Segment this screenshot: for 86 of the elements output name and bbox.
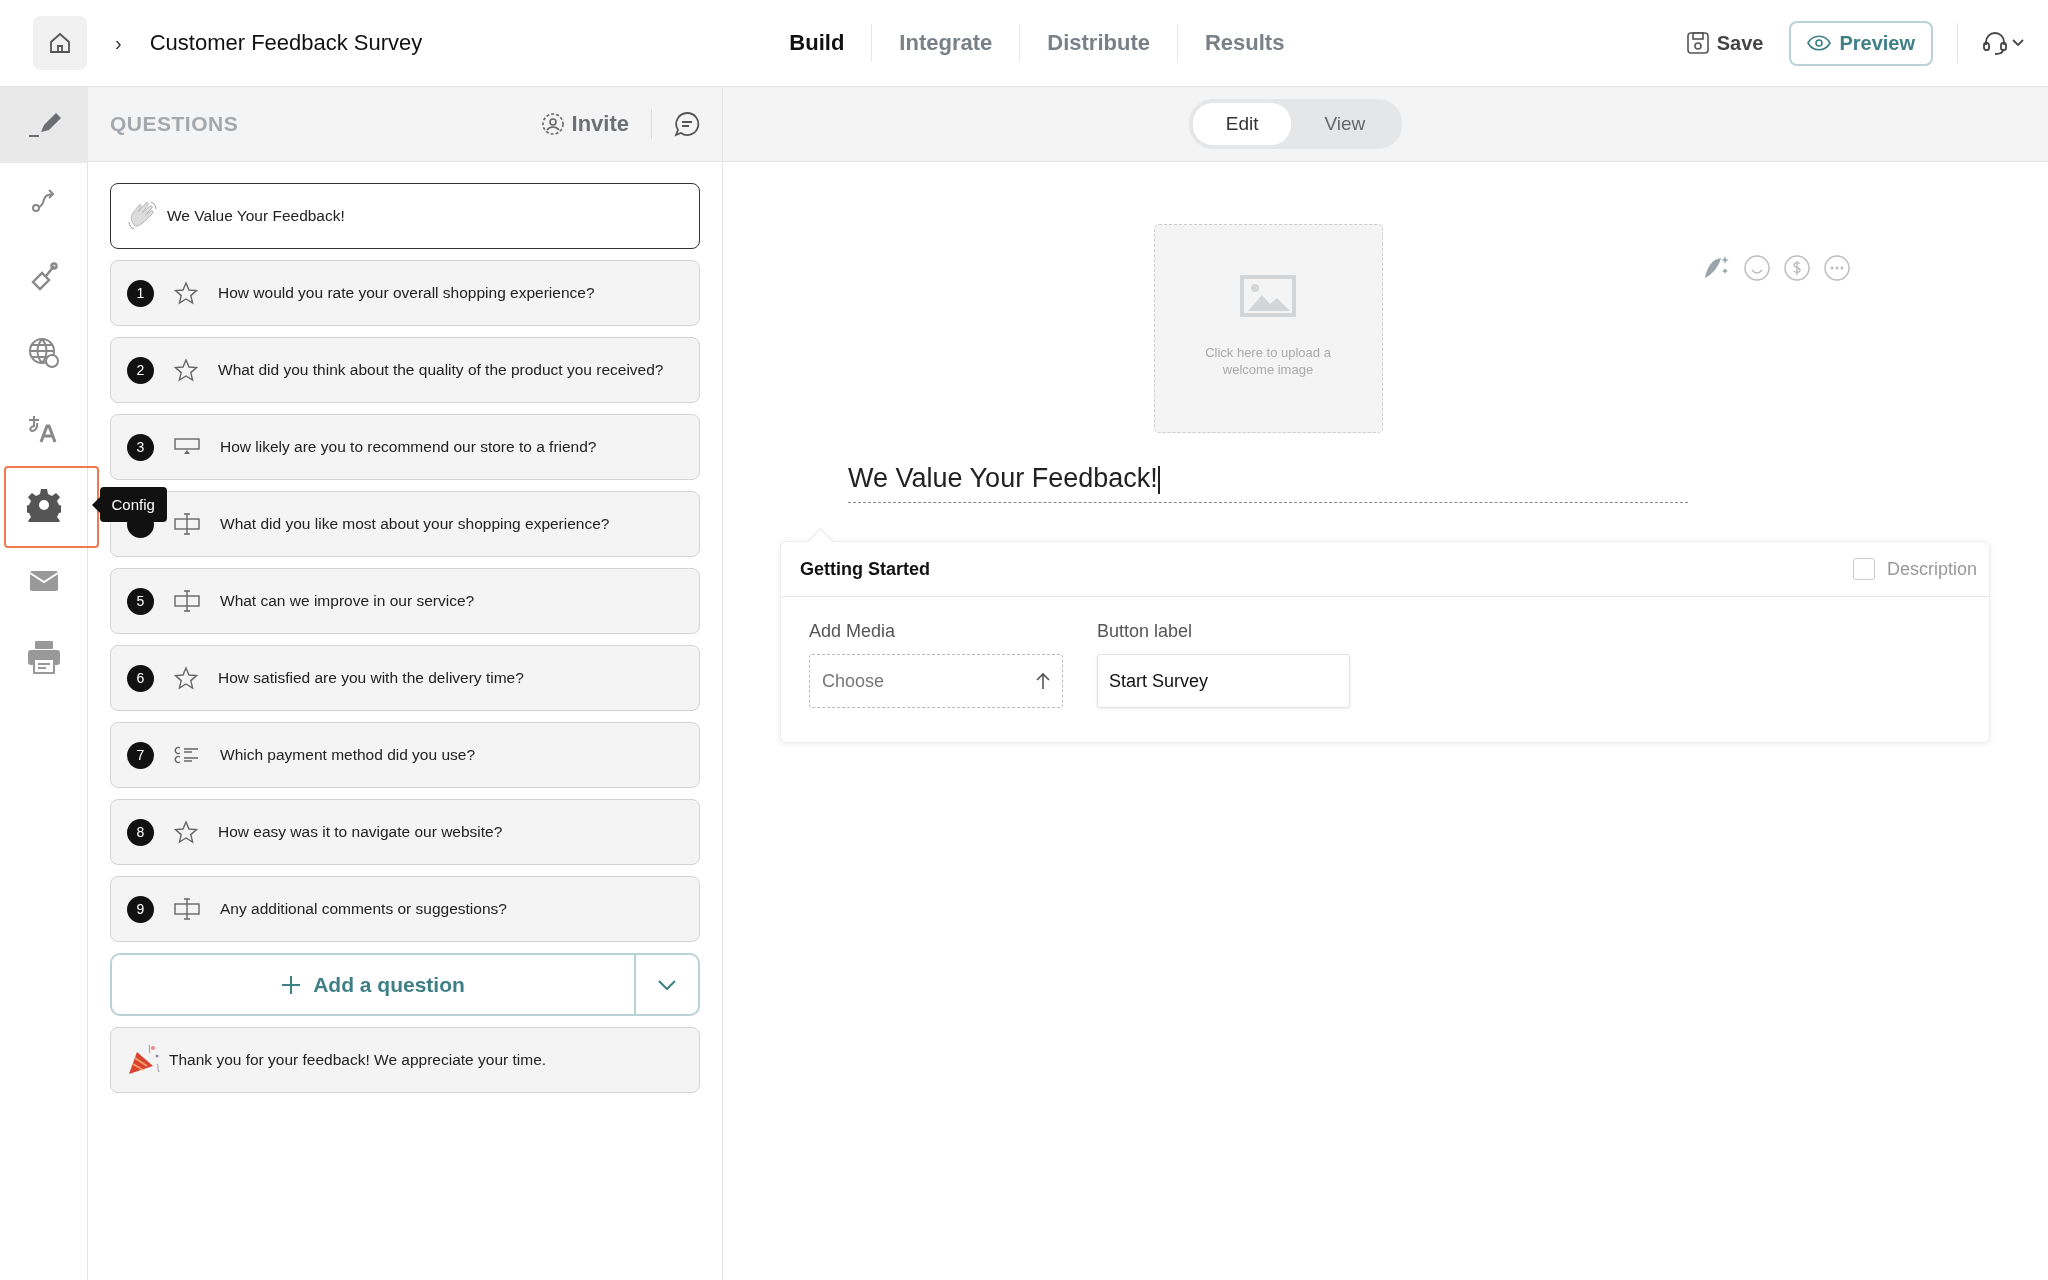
nav-tab[interactable]: Build <box>762 24 873 62</box>
question-card[interactable]: 2 What did you think about the quality of the product you received? <box>110 337 700 403</box>
caret-icon <box>658 979 676 990</box>
checkbox-label: Description <box>1886 558 1977 580</box>
headset-icon <box>1982 31 2008 55</box>
nav-tab[interactable]: Distribute <box>1020 24 1178 62</box>
save-icon <box>1686 32 1709 54</box>
person-icon <box>541 113 564 135</box>
media-picker[interactable]: Choose <box>809 654 1063 708</box>
pen-icon <box>26 112 61 138</box>
list-icon <box>174 744 200 766</box>
question-text: What did you like most about your shopping experience? <box>220 515 610 533</box>
text-field-icon <box>174 590 200 612</box>
brush-icon <box>29 262 58 292</box>
breadcrumb-separator: › <box>115 31 122 55</box>
home-icon <box>48 31 72 55</box>
toggle-option[interactable]: Edit <box>1192 103 1292 145</box>
waving-hand-icon <box>127 200 159 232</box>
upload-arrow-icon <box>1036 672 1050 690</box>
star-icon <box>174 820 198 844</box>
mail-icon <box>28 570 59 592</box>
nav-tab[interactable]: Integrate <box>872 24 1021 62</box>
question-card[interactable]: 8 How easy was it to navigate our website? <box>110 799 700 865</box>
question-number: 2 <box>127 356 154 384</box>
more-icon[interactable] <box>1823 254 1851 282</box>
question-text: How easy was it to navigate our website? <box>218 823 503 841</box>
question-card[interactable]: 9 Any additional comments or suggestions? <box>110 876 700 942</box>
card-heading: Getting Started <box>800 558 930 580</box>
question-text: How satisfied are you with the delivery time? <box>218 669 524 687</box>
monitor-icon <box>174 438 200 456</box>
star-icon <box>174 281 198 305</box>
thank-you-text: Thank you for your feedback! We appreciate your time. <box>169 1051 547 1069</box>
welcome-title: We Value Your Feedback! <box>167 207 345 225</box>
question-card[interactable]: 1 How would you rate your overall shopping experience? <box>110 260 700 326</box>
question-number: 1 <box>127 279 154 307</box>
invite-button[interactable]: Invite <box>541 111 629 137</box>
plus-icon <box>281 974 302 995</box>
printer-icon <box>26 640 61 674</box>
toggle-option[interactable]: View <box>1291 103 1399 145</box>
upload-hint: Click here to upload a welcome image <box>1204 345 1332 379</box>
field-label: Button label <box>1097 621 1194 642</box>
question-number: 5 <box>127 587 154 615</box>
dollar-icon[interactable] <box>1783 254 1811 282</box>
question-text: Which payment method did you use? <box>220 746 476 764</box>
eye-icon <box>1807 35 1832 51</box>
question-card[interactable]: 5 What can we improve in our service? <box>110 568 700 634</box>
nav-tab[interactable]: Results <box>1177 24 1312 62</box>
text-field-icon <box>174 898 200 920</box>
survey-title: Customer Feedback Survey <box>149 30 423 56</box>
flow-icon <box>30 188 57 214</box>
caret-icon <box>2012 39 2024 47</box>
question-text: How would you rate your overall shopping experience? <box>218 284 595 302</box>
question-number: 8 <box>127 818 154 846</box>
save-button[interactable]: Save <box>1686 31 1764 55</box>
home-button[interactable] <box>33 16 87 70</box>
description-checkbox[interactable] <box>1852 558 1875 580</box>
question-number: 6 <box>127 664 154 692</box>
tooltip: Config <box>91 487 167 522</box>
title-field[interactable]: We Value Your Feedback! <box>848 463 1688 503</box>
field-label: Add Media <box>809 621 897 642</box>
question-number: 7 <box>127 741 154 769</box>
input-field[interactable]: Start Survey <box>1097 654 1350 708</box>
support-menu[interactable] <box>1982 31 2024 55</box>
star-icon <box>174 666 198 690</box>
party-popper-icon <box>127 1044 161 1076</box>
question-card[interactable]: 3 How likely are you to recommend our store to a friend? <box>110 414 700 480</box>
question-card[interactable]: 7 Which payment method did you use? <box>110 722 700 788</box>
globe-icon <box>27 337 60 369</box>
thank-you-card[interactable]: Thank you for your feedback! We appreciate your time. <box>110 1027 700 1093</box>
question-card[interactable]: 6 How satisfied are you with the delivery time? <box>110 645 700 711</box>
feather-sparkle-icon[interactable] <box>1703 254 1731 280</box>
question-text: What did you think about the quality of the product you received? <box>218 361 664 379</box>
panel-heading: QUESTIONS <box>110 112 239 136</box>
question-text: How likely are you to recommend our store to a friend? <box>220 438 597 456</box>
smiley-icon[interactable] <box>1743 254 1771 282</box>
welcome-card[interactable]: We Value Your Feedback! <box>110 183 700 249</box>
question-number: 9 <box>127 895 154 923</box>
star-icon <box>174 358 198 382</box>
image-icon <box>1240 275 1296 317</box>
text-field-icon <box>174 513 200 535</box>
preview-button[interactable]: Preview <box>1789 20 1933 66</box>
question-text: Any additional comments or suggestions? <box>220 900 507 918</box>
question-text: What can we improve in our service? <box>220 592 475 610</box>
gear-icon <box>26 488 61 522</box>
comment-icon[interactable] <box>674 111 700 137</box>
question-number: 3 <box>127 433 154 461</box>
